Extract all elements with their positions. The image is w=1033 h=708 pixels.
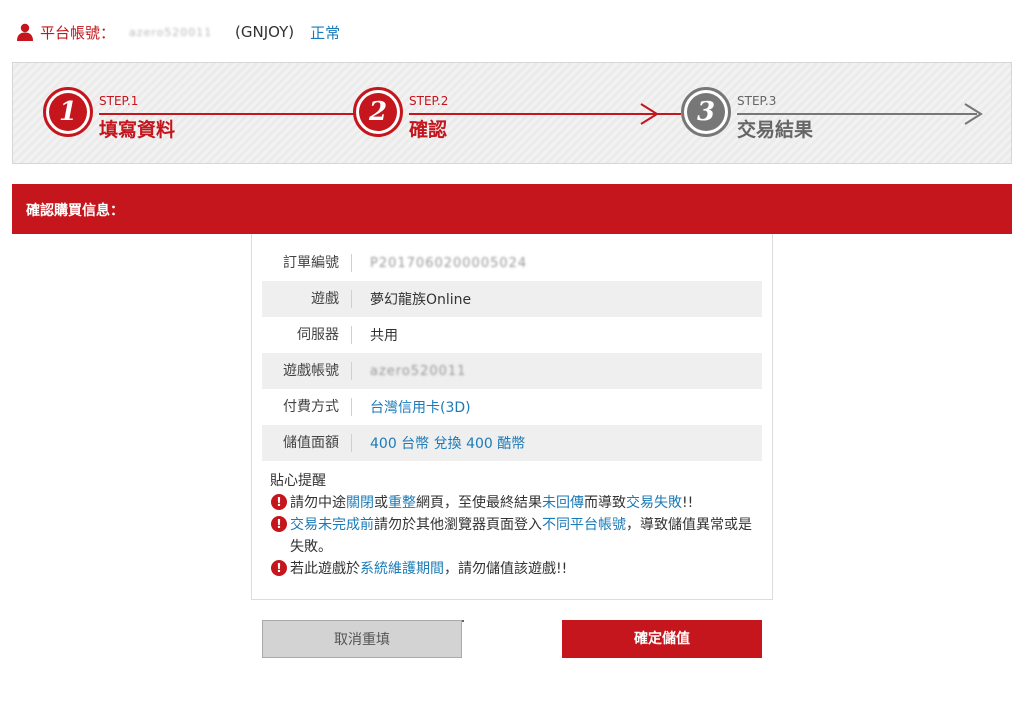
step-2-label: STEP.2 <box>409 94 449 108</box>
step-progress: 1 STEP.1 填寫資料 2 STEP.2 確認 3 STEP.3 交易結果 <box>12 62 1012 164</box>
warning-icon: ! <box>271 560 287 576</box>
step-1-number: 1 <box>49 93 87 131</box>
tip-highlight: 交易失敗 <box>626 495 682 511</box>
tip-text: 或 <box>374 495 388 511</box>
server-value: 共用 <box>370 328 398 344</box>
reminder-item: ! 請勿中途關閉或重整網頁，至使最終結果未回傳而導致交易失敗!! <box>270 492 760 514</box>
step-1-line <box>99 113 371 115</box>
step-3-number: 3 <box>687 93 725 131</box>
warning-icon: ! <box>271 494 287 510</box>
confirm-topup-button[interactable]: 確定儲值 <box>562 620 762 658</box>
game-account-value: azero520011 <box>370 363 467 379</box>
payment-method-value: 台灣信用卡(3D) <box>370 400 471 416</box>
arrow-right-icon <box>964 103 983 125</box>
step-3-title: 交易結果 <box>737 119 814 141</box>
step-2-number: 2 <box>359 93 397 131</box>
user-icon <box>17 23 33 41</box>
game-account-label: 遊戲帳號 <box>262 362 352 380</box>
reminder-section: 貼心提醒 ! 請勿中途關閉或重整網頁，至使最終結果未回傳而導致交易失敗!! ! … <box>270 470 760 580</box>
tip-text: 請勿中途 <box>290 495 346 511</box>
tip-text: !! <box>682 495 694 511</box>
step-2-circle: 2 <box>353 87 403 137</box>
tip-highlight: 系統維護期間 <box>360 561 444 577</box>
order-details-panel: 訂單編號 P2017060200005024 遊戲 夢幻龍族Online 伺服器… <box>251 234 773 600</box>
step-1-label: STEP.1 <box>99 94 139 108</box>
tip-text: 若此遊戲於 <box>290 561 360 577</box>
confirm-title: 確認購買信息： <box>26 203 124 219</box>
reminder-item: ! 交易未完成前請勿於其他瀏覽器頁面登入不同平台帳號，導致儲值異常或是失敗。 <box>270 514 760 558</box>
account-status: 正常 <box>310 23 341 42</box>
tip-text: 網頁，至使最終結果 <box>416 495 542 511</box>
tip-highlight: 關閉 <box>346 495 374 511</box>
step-3-line <box>737 113 977 115</box>
game-account-row: 遊戲帳號 azero520011 <box>262 353 762 389</box>
tip-highlight: 未回傳 <box>542 495 584 511</box>
tip-text: ，請勿儲值該遊戲!! <box>444 561 568 577</box>
server-label: 伺服器 <box>262 326 352 344</box>
step-3-circle: 3 <box>681 87 731 137</box>
order-number-row: 訂單編號 P2017060200005024 <box>262 245 762 281</box>
account-id: azero520011 <box>129 25 213 39</box>
account-platform: (GNJOY) <box>235 23 295 41</box>
divider-dot <box>462 620 464 622</box>
tip-highlight: 交易未完成前 <box>290 517 374 533</box>
game-value: 夢幻龍族Online <box>370 292 472 308</box>
game-row: 遊戲 夢幻龍族Online <box>262 281 762 317</box>
account-bar: 平台帳號： azero520011 (GNJOY) 正常 <box>16 22 340 42</box>
reminder-item: ! 若此遊戲於系統維護期間，請勿儲值該遊戲!! <box>270 558 760 580</box>
cancel-refill-button[interactable]: 取消重填 <box>262 620 462 658</box>
payment-method-label: 付費方式 <box>262 398 352 416</box>
confirm-header: 確認購買信息： <box>12 184 1012 234</box>
order-number-value: P2017060200005024 <box>370 255 528 271</box>
step-1-title: 填寫資料 <box>99 119 176 141</box>
tip-text: 請勿於其他瀏覽器頁面登入 <box>374 517 542 533</box>
order-number-label: 訂單編號 <box>262 254 352 272</box>
amount-label: 儲值面額 <box>262 434 352 452</box>
payment-method-row: 付費方式 台灣信用卡(3D) <box>262 389 762 425</box>
step-1-circle: 1 <box>43 87 93 137</box>
server-row: 伺服器 共用 <box>262 317 762 353</box>
amount-value: 400 台幣 兌換 400 酷幣 <box>370 436 526 452</box>
tip-highlight: 重整 <box>388 495 416 511</box>
step-2-title: 確認 <box>409 119 448 141</box>
warning-icon: ! <box>271 516 287 532</box>
reminder-title: 貼心提醒 <box>270 473 326 489</box>
account-label: 平台帳號： <box>40 23 116 42</box>
amount-row: 儲值面額 400 台幣 兌換 400 酷幣 <box>262 425 762 461</box>
arrow-right-icon <box>640 103 659 125</box>
game-label: 遊戲 <box>262 290 352 308</box>
step-3-label: STEP.3 <box>737 94 777 108</box>
tip-highlight: 不同平台帳號 <box>542 517 626 533</box>
tip-text: 而導致 <box>584 495 626 511</box>
